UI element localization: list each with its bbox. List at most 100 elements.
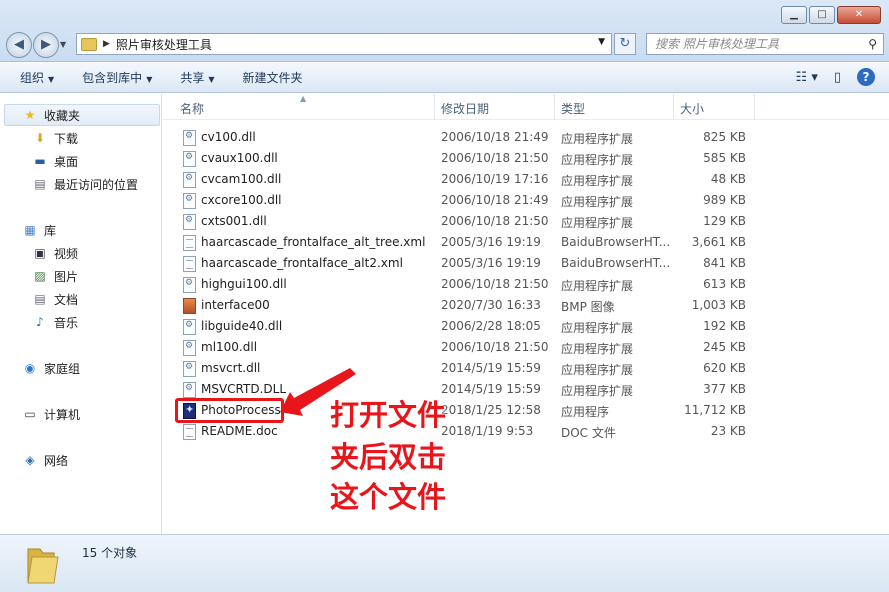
- table-row[interactable]: cxts001.dll 2006/10/18 21:50 应用程序扩展 129 …: [180, 211, 760, 232]
- refresh-button[interactable]: ↻: [614, 33, 636, 55]
- dll-file-icon: [183, 130, 196, 146]
- include-in-library-button[interactable]: 包含到库中 ▼: [68, 69, 166, 86]
- column-divider[interactable]: [673, 94, 674, 120]
- sidebar-item-favorites[interactable]: ★ 收藏夹: [22, 105, 80, 125]
- folder-icon: [81, 37, 97, 51]
- preview-pane-icon[interactable]: ▯: [834, 70, 841, 85]
- column-type[interactable]: 类型: [561, 100, 585, 117]
- back-button[interactable]: ◀: [6, 32, 32, 58]
- table-row[interactable]: msvcrt.dll 2014/5/19 15:59 应用程序扩展 620 KB: [180, 358, 760, 379]
- sidebar-item-label: 计算机: [44, 407, 81, 422]
- file-name: interface00: [201, 298, 270, 312]
- sidebar-item-network[interactable]: ◈ 网络: [22, 450, 68, 470]
- file-size: 825 KB: [703, 130, 746, 144]
- file-type: BMP 图像: [561, 300, 615, 314]
- maximize-button[interactable]: □: [809, 6, 835, 24]
- column-divider[interactable]: [434, 94, 435, 120]
- share-button[interactable]: 共享 ▼: [166, 69, 228, 86]
- file-size: 192 KB: [703, 319, 746, 333]
- sidebar-item-music[interactable]: ♪ 音乐: [32, 312, 78, 332]
- forward-button[interactable]: ▶: [33, 32, 59, 58]
- homegroup-icon: ◉: [24, 361, 36, 375]
- sidebar-item-label: 音乐: [54, 315, 79, 330]
- history-dropdown-icon[interactable]: ▼: [60, 32, 70, 58]
- column-date[interactable]: 修改日期: [441, 100, 489, 117]
- sidebar-item-pictures[interactable]: ▨ 图片: [32, 266, 78, 286]
- file-size: 620 KB: [703, 361, 746, 375]
- address-bar[interactable]: ▶ 照片审核处理工具 ▼: [76, 33, 612, 55]
- table-row[interactable]: libguide40.dll 2006/2/28 18:05 应用程序扩展 19…: [180, 316, 760, 337]
- search-input[interactable]: 搜索 照片审核处理工具 ⚲: [646, 33, 884, 55]
- table-row[interactable]: interface00 2020/7/30 16:33 BMP 图像 1,003…: [180, 295, 760, 316]
- file-type: 应用程序扩展: [561, 195, 634, 209]
- breadcrumb-current[interactable]: 照片审核处理工具: [116, 36, 212, 53]
- table-row[interactable]: cv100.dll 2006/10/18 21:49 应用程序扩展 825 KB: [180, 127, 760, 148]
- table-row[interactable]: MSVCRTD.DLL 2014/5/19 15:59 应用程序扩展 377 K…: [180, 379, 760, 400]
- table-row[interactable]: cvcam100.dll 2006/10/19 17:16 应用程序扩展 48 …: [180, 169, 760, 190]
- item-count: 15 个对象: [82, 546, 138, 560]
- file-type: BaiduBrowserHT...: [561, 256, 671, 270]
- sidebar-item-libraries[interactable]: ▦ 库: [22, 220, 56, 240]
- sidebar-item-label: 图片: [54, 269, 79, 284]
- file-type: 应用程序扩展: [561, 153, 634, 167]
- chevron-down-icon: ▼: [48, 75, 55, 84]
- table-row[interactable]: cxcore100.dll 2006/10/18 21:49 应用程序扩展 98…: [180, 190, 760, 211]
- table-row[interactable]: ml100.dll 2006/10/18 21:50 应用程序扩展 245 KB: [180, 337, 760, 358]
- sidebar-item-desktop[interactable]: ▬ 桌面: [32, 151, 78, 171]
- table-row[interactable]: haarcascade_frontalface_alt2.xml 2005/3/…: [180, 253, 760, 274]
- file-date: 2006/10/18 21:50: [441, 340, 549, 354]
- download-folder-icon: ⬇: [34, 131, 46, 145]
- sidebar-item-videos[interactable]: ▣ 视频: [32, 243, 78, 263]
- file-date: 2006/10/18 21:50: [441, 214, 549, 228]
- file-type: 应用程序扩展: [561, 132, 634, 146]
- help-icon[interactable]: ?: [857, 68, 875, 86]
- column-divider[interactable]: [554, 94, 555, 120]
- file-name: msvcrt.dll: [201, 361, 261, 375]
- file-date: 2014/5/19 15:59: [441, 361, 541, 375]
- sidebar-item-label: 网络: [44, 453, 69, 468]
- view-options-icon[interactable]: ☷ ▾: [796, 70, 818, 85]
- window-controls: ▁ □ ✕: [781, 6, 881, 24]
- organize-button[interactable]: 组织 ▼: [0, 69, 68, 86]
- column-divider[interactable]: [754, 94, 755, 120]
- table-row[interactable]: highgui100.dll 2006/10/18 21:50 应用程序扩展 6…: [180, 274, 760, 295]
- image-file-icon: [183, 298, 196, 314]
- table-row[interactable]: haarcascade_frontalface_alt_tree.xml 200…: [180, 232, 760, 253]
- sidebar-item-homegroup[interactable]: ◉ 家庭组: [22, 358, 80, 378]
- new-folder-button[interactable]: 新建文件夹: [229, 69, 317, 86]
- computer-icon: ▭: [24, 407, 36, 421]
- dll-file-icon: [183, 319, 196, 335]
- sidebar-item-label: 收藏夹: [44, 108, 81, 123]
- file-date: 2006/10/18 21:50: [441, 277, 549, 291]
- xml-file-icon: [183, 235, 196, 251]
- dll-file-icon: [183, 193, 196, 209]
- table-row[interactable]: cvaux100.dll 2006/10/18 21:50 应用程序扩展 585…: [180, 148, 760, 169]
- video-icon: ▣: [34, 246, 46, 260]
- sidebar-item-label: 桌面: [54, 154, 79, 169]
- file-size: 11,712 KB: [684, 403, 746, 417]
- file-size: 377 KB: [703, 382, 746, 396]
- library-icon: ▦: [24, 223, 36, 237]
- sidebar-item-computer[interactable]: ▭ 计算机: [22, 404, 80, 424]
- column-size[interactable]: 大小: [680, 100, 704, 117]
- table-row[interactable]: README.doc 2018/1/19 9:53 DOC 文件 23 KB: [180, 421, 760, 442]
- close-button[interactable]: ✕: [837, 6, 881, 24]
- minimize-button[interactable]: ▁: [781, 6, 807, 24]
- file-size: 989 KB: [703, 193, 746, 207]
- file-size: 585 KB: [703, 151, 746, 165]
- file-date: 2006/10/18 21:49: [441, 130, 549, 144]
- sidebar-item-recent[interactable]: ▤ 最近访问的位置: [32, 174, 138, 194]
- sidebar-item-documents[interactable]: ▤ 文档: [32, 289, 78, 309]
- file-date: 2005/3/16 19:19: [441, 235, 541, 249]
- file-date: 2014/5/19 15:59: [441, 382, 541, 396]
- sidebar-item-label: 下载: [54, 131, 79, 146]
- file-type: 应用程序扩展: [561, 321, 634, 335]
- column-name[interactable]: 名称: [180, 100, 204, 117]
- file-type: 应用程序: [561, 405, 610, 419]
- sidebar-item-downloads[interactable]: ⬇ 下载: [32, 128, 78, 148]
- breadcrumb-separator-icon[interactable]: ▶: [103, 39, 110, 49]
- address-dropdown-icon[interactable]: ▼: [598, 37, 605, 47]
- search-icon[interactable]: ⚲: [868, 34, 877, 54]
- organize-label: 组织: [20, 71, 45, 85]
- dll-file-icon: [183, 214, 196, 230]
